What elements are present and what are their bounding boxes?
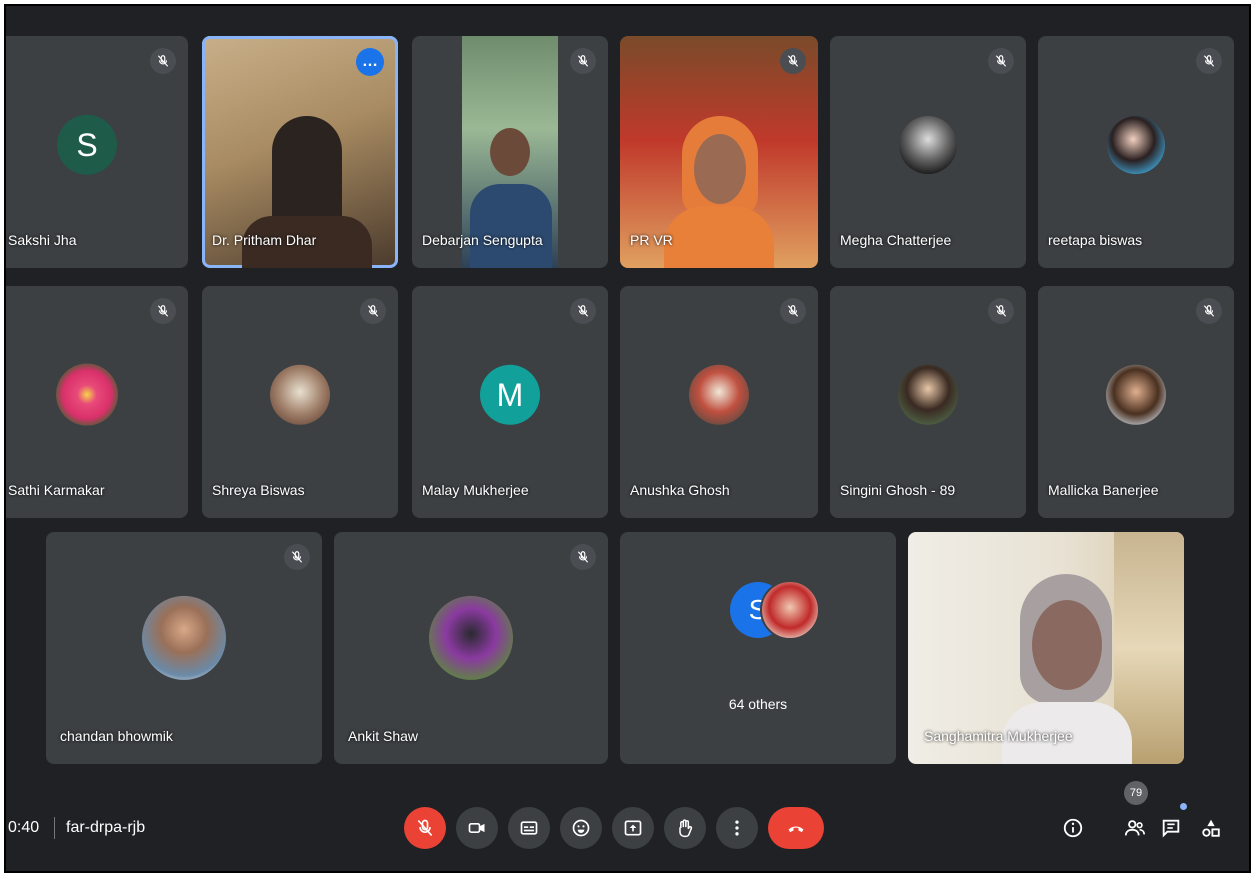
participant-name: Debarjan Sengupta — [422, 232, 543, 248]
participant-name: reetapa biswas — [1048, 232, 1143, 248]
participant-name: Sakshi Jha — [8, 232, 77, 248]
video-feed — [272, 116, 342, 226]
bottom-control-bar: 0:40 far-drpa-rjb 79 — [6, 781, 1249, 871]
others-count-label: 64 others — [728, 696, 788, 712]
participant-name: Megha Chatterjee — [840, 232, 952, 248]
participant-name: Mallicka Banerjee — [1048, 482, 1159, 498]
participant-name: Shreya Biswas — [212, 482, 305, 498]
chat-notification-dot — [1180, 803, 1187, 810]
participant-tile[interactable]: Anushka Ghosh — [620, 286, 818, 518]
participant-avatar — [760, 580, 820, 640]
video-feed — [490, 128, 530, 176]
participant-tile[interactable]: Sanghamitra Mukherjee — [908, 532, 1184, 764]
emoji-icon[interactable] — [560, 807, 602, 849]
end-call-icon[interactable] — [768, 807, 824, 849]
mic-off-icon — [1196, 298, 1222, 324]
mic-off-icon[interactable] — [404, 807, 446, 849]
participant-avatar — [429, 595, 513, 680]
mic-off-icon — [570, 298, 596, 324]
mic-off-icon — [570, 48, 596, 74]
info-icon[interactable] — [1058, 813, 1088, 843]
participant-tile[interactable]: Megha Chatterjee — [830, 36, 1026, 268]
participant-name: chandan bhowmik — [60, 728, 173, 744]
participant-name: Singini Ghosh - 89 — [840, 482, 956, 498]
participant-tile[interactable]: … Dr. Pritham Dhar — [202, 36, 398, 268]
meet-window: S Sakshi Jha … Dr. Pritham Dhar Debarjan… — [4, 4, 1251, 873]
participant-tile[interactable]: M Malay Mukherjee — [412, 286, 608, 518]
participant-avatar: M — [480, 364, 540, 425]
participant-avatar — [1107, 116, 1165, 175]
participant-avatar — [898, 364, 958, 425]
mic-off-icon — [780, 48, 806, 74]
mic-off-icon — [780, 298, 806, 324]
participant-tile[interactable]: chandan bhowmik — [46, 532, 322, 764]
participant-name: PR VR — [630, 232, 673, 248]
video-feed — [1032, 600, 1102, 690]
present-screen-icon[interactable] — [612, 807, 654, 849]
participant-name: Sathi Karmakar — [8, 482, 105, 498]
mic-off-icon — [988, 48, 1014, 74]
mic-off-icon — [1196, 48, 1222, 74]
participant-tile[interactable]: Ankit Shaw — [334, 532, 608, 764]
activities-icon[interactable] — [1196, 813, 1226, 843]
participant-name: Dr. Pritham Dhar — [212, 232, 317, 248]
participant-tile[interactable]: Debarjan Sengupta — [412, 36, 608, 268]
people-count-badge: 79 — [1124, 781, 1148, 805]
participant-avatar — [899, 116, 957, 175]
participant-tile[interactable]: Sathi Karmakar — [6, 286, 188, 518]
others-tile[interactable]: S 64 others — [620, 532, 896, 764]
meeting-time: 0:40 — [8, 819, 40, 836]
raise-hand-icon[interactable] — [664, 807, 706, 849]
mic-off-icon — [150, 298, 176, 324]
mic-off-icon — [570, 544, 596, 570]
video-feed — [694, 134, 746, 204]
mic-off-icon — [150, 48, 176, 74]
participant-avatar — [689, 364, 749, 425]
more-options-icon[interactable]: … — [356, 48, 384, 76]
more-vert-icon[interactable] — [716, 807, 758, 849]
participant-name: Anushka Ghosh — [630, 482, 730, 498]
divider — [54, 817, 55, 839]
participant-avatar — [270, 364, 330, 425]
participant-tile[interactable]: S Sakshi Jha — [6, 36, 188, 268]
participant-name: Sanghamitra Mukherjee — [924, 728, 1073, 744]
participant-avatar — [56, 363, 118, 426]
participant-avatar — [142, 595, 226, 680]
captions-icon[interactable] — [508, 807, 550, 849]
mic-off-icon — [988, 298, 1014, 324]
participant-name: Malay Mukherjee — [422, 482, 529, 498]
participant-tile[interactable]: reetapa biswas — [1038, 36, 1234, 268]
mic-off-icon — [284, 544, 310, 570]
participant-tile[interactable]: Shreya Biswas — [202, 286, 398, 518]
participant-avatar: S — [57, 114, 117, 175]
video-feed — [664, 206, 774, 268]
participant-tile[interactable]: Singini Ghosh - 89 — [830, 286, 1026, 518]
meeting-code: far-drpa-rjb — [66, 819, 146, 836]
participant-name: Ankit Shaw — [348, 728, 419, 744]
participant-tile[interactable]: PR VR — [620, 36, 818, 268]
people-icon[interactable] — [1120, 813, 1150, 843]
video-feed — [470, 184, 552, 268]
participant-avatar — [1106, 364, 1166, 425]
chat-icon[interactable] — [1156, 813, 1186, 843]
camera-icon[interactable] — [456, 807, 498, 849]
mic-off-icon — [360, 298, 386, 324]
participant-tile[interactable]: Mallicka Banerjee — [1038, 286, 1234, 518]
